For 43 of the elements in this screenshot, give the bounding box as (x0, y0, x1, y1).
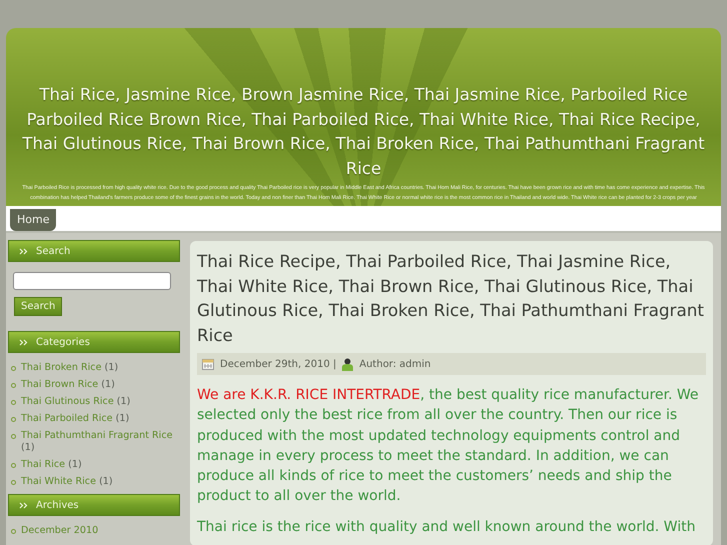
category-link[interactable]: Thai Pathumthani Fragrant Rice (21, 430, 173, 441)
bullet-icon (11, 366, 16, 371)
post-paragraph: We are K.K.R. RICE INTERTRADE, the best quality rice manufacturer. We selected only the best rice from all over the country. Then our rice is produced with the most updated technology equipments control and manage in every process to meet the standard. In addition, we can produce all kinds of rice to meet the customers’ needs and ship the product to all over the world. (197, 386, 700, 506)
category-link[interactable]: Thai Glutinous Rice (21, 396, 114, 407)
bullet-icon (11, 529, 16, 534)
bullet-icon (11, 400, 16, 405)
widget-title: Search (36, 246, 70, 256)
site-title[interactable]: Thai Rice, Jasmine Rice, Brown Jasmine Rice, Thai Jasmine Rice, Parboiled Rice (10, 83, 717, 108)
widget-title: Archives (36, 500, 79, 510)
post-count: (1) (68, 459, 82, 470)
post-count: (1) (104, 362, 118, 373)
user-icon (342, 358, 354, 370)
category-link[interactable]: Thai Brown Rice (21, 379, 98, 390)
bullet-icon (11, 463, 16, 468)
bullet-icon (11, 480, 16, 485)
calendar-icon (202, 358, 214, 370)
post-count: (1) (116, 396, 130, 407)
bullet-icon (11, 434, 16, 439)
search-field[interactable] (13, 272, 171, 290)
category-link[interactable]: Thai Parboiled Rice (21, 413, 113, 424)
site-title[interactable]: Rice (10, 156, 717, 181)
post-count: (1) (116, 413, 130, 424)
post-count: (1) (99, 476, 113, 487)
post-title[interactable]: Thai Rice Recipe, Thai Parboiled Rice, Thai Jasmine Rice, Thai White Rice, Thai Brown Rice, Thai Glutinous Rice, Thai Glutinous Rice, Thai Broken Rice, Thai Pathumthani Fragrant Rice (197, 249, 706, 347)
post-count: (1) (101, 379, 115, 390)
double-chevron-icon (19, 338, 28, 346)
archive-link[interactable]: December 2010 (21, 525, 98, 536)
site-title[interactable]: Thai Glutinous Rice, Thai Brown Rice, Thai Broken Rice, Thai Pathumthani Fragrant (10, 132, 717, 156)
site-title[interactable]: Parboiled Rice Brown Rice, Thai Parboiled Rice, Thai White Rice, Thai Rice Recipe, (10, 108, 717, 132)
bullet-icon (11, 383, 16, 388)
category-link[interactable]: Thai Broken Rice (21, 362, 102, 373)
search-button[interactable]: Search (14, 297, 62, 316)
post-paragraph: Thai rice is the rice with quality and well known around the world. With (197, 518, 696, 537)
bullet-icon (11, 417, 16, 422)
widget-title: Categories (36, 336, 90, 348)
category-link[interactable]: Thai White Rice (21, 476, 96, 487)
post-date: December 29th, 2010 | (220, 358, 336, 370)
post-author: Author: admin (359, 358, 431, 370)
double-chevron-icon (19, 502, 28, 508)
post-count: (1) (21, 442, 35, 453)
nav-tab[interactable]: Home (10, 209, 56, 231)
double-chevron-icon (19, 248, 28, 254)
category-link[interactable]: Thai Rice (21, 459, 66, 470)
